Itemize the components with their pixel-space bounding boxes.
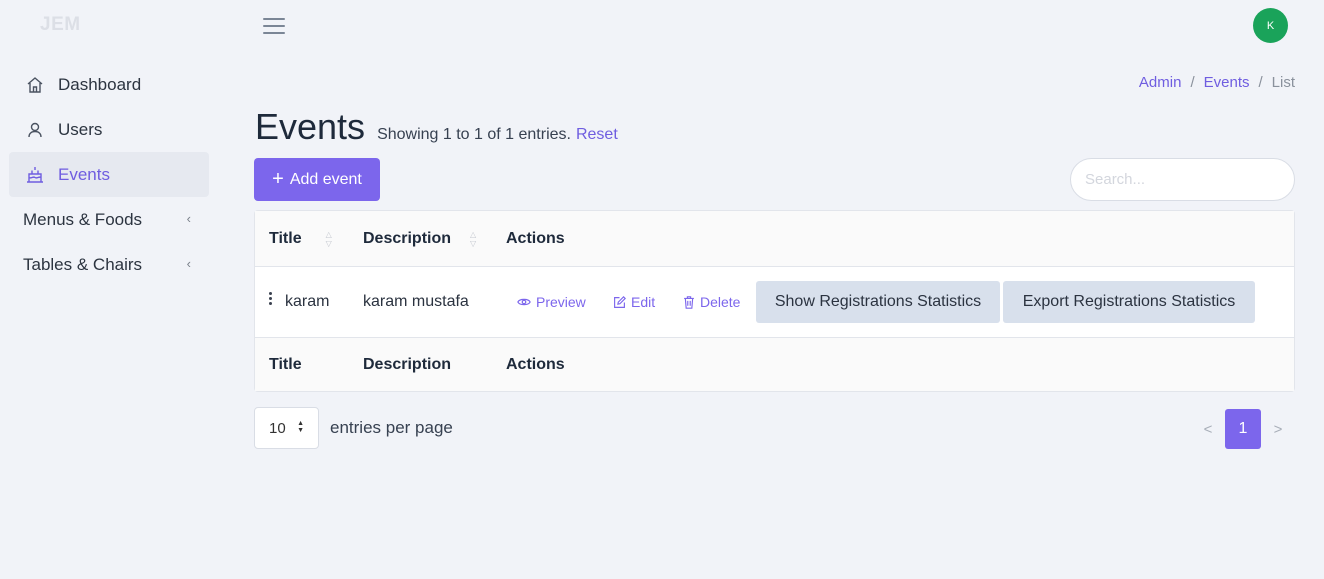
entries-summary: Showing 1 to 1 of 1 entries.: [377, 126, 571, 143]
cake-icon: [23, 163, 47, 187]
column-label: Title: [269, 229, 302, 247]
per-page-select[interactable]: 10 ▲ ▼: [254, 407, 319, 449]
drag-handle-icon[interactable]: [269, 292, 273, 305]
column-label: Description: [363, 229, 452, 247]
edit-link[interactable]: Edit: [613, 267, 655, 337]
sidebar-item-label: Events: [58, 164, 110, 184]
breadcrumb-separator: /: [1258, 74, 1263, 91]
breadcrumb-admin[interactable]: Admin: [1139, 74, 1182, 91]
eye-icon: [517, 298, 531, 306]
footer-column-title: Title: [269, 355, 302, 373]
sidebar-item-label: Tables & Chairs: [23, 254, 143, 274]
breadcrumb-separator: /: [1190, 74, 1195, 91]
search-input[interactable]: [1070, 158, 1295, 201]
page-button-1[interactable]: 1: [1225, 409, 1261, 449]
prev-page-button[interactable]: <: [1191, 421, 1225, 438]
add-event-label: Add event: [289, 170, 362, 188]
page-title: Events: [255, 106, 366, 147]
table-header: Title △ ▽ Description △ ▽ Actions: [255, 211, 1294, 267]
trash-icon: [684, 295, 694, 309]
breadcrumb: Admin / Events / List: [1139, 74, 1295, 91]
edit-icon: [614, 295, 626, 308]
edit-label: Edit: [631, 294, 656, 310]
title-row: Events Showing 1 to 1 of 1 entries. Rese…: [255, 106, 618, 148]
show-registrations-statistics-button[interactable]: Show Registrations Statistics: [756, 281, 1000, 323]
sidebar-item-users[interactable]: Users: [9, 107, 209, 152]
sidebar-item-label: Dashboard: [58, 74, 142, 94]
column-header-actions: Actions: [506, 230, 565, 248]
export-registrations-statistics-button[interactable]: Export Registrations Statistics: [1003, 281, 1255, 323]
column-label: Actions: [506, 229, 565, 247]
breadcrumb-events[interactable]: Events: [1204, 74, 1250, 91]
preview-label: Preview: [536, 294, 586, 310]
footer-column-description: Description: [363, 355, 452, 373]
sort-icon: △ ▽: [325, 229, 332, 248]
per-page-label: entries per page: [330, 418, 453, 437]
breadcrumb-current: List: [1271, 74, 1295, 91]
brand-logo: JEM: [40, 14, 81, 35]
plus-icon: +: [272, 167, 284, 190]
sidebar-item-events[interactable]: Events: [9, 152, 209, 197]
pagination: < 1 >: [1191, 409, 1295, 449]
sidebar-item-menus-foods[interactable]: Menus & Foods ‹: [9, 197, 209, 242]
cell-title: karam: [285, 293, 330, 310]
user-icon: [23, 118, 47, 142]
next-page-button[interactable]: >: [1261, 421, 1295, 438]
per-page-value: 10: [269, 419, 286, 437]
column-header-description[interactable]: Description △ ▽: [363, 230, 476, 248]
sort-icon: △ ▽: [470, 229, 477, 248]
chevron-left-icon: ‹: [186, 211, 191, 226]
preview-link[interactable]: Preview: [517, 267, 586, 337]
table-row: karam karam mustafa Preview Edit Delete …: [255, 267, 1294, 337]
cell-description: karam mustafa: [363, 293, 469, 310]
table-footer: Title Description Actions: [255, 337, 1294, 391]
chevron-left-icon: ‹: [186, 256, 191, 271]
sidebar-item-dashboard[interactable]: Dashboard: [9, 62, 209, 107]
sidebar-item-label: Users: [58, 119, 103, 139]
home-icon: [23, 73, 47, 97]
menu-toggle-icon[interactable]: [263, 18, 285, 36]
sidebar: Dashboard Users Events Menus & Foods ‹ T…: [9, 62, 209, 287]
reset-link[interactable]: Reset: [576, 126, 618, 144]
sidebar-item-label: Menus & Foods: [23, 209, 143, 229]
footer-column-actions: Actions: [506, 355, 565, 373]
delete-label: Delete: [700, 294, 741, 310]
events-table: Title △ ▽ Description △ ▽ Actions karam ka…: [254, 210, 1295, 392]
avatar[interactable]: K: [1253, 8, 1288, 43]
delete-link[interactable]: Delete: [683, 267, 740, 337]
sidebar-item-tables-chairs[interactable]: Tables & Chairs ‹: [9, 242, 209, 287]
column-header-title[interactable]: Title △ ▽: [269, 230, 332, 248]
select-arrows-icon: ▲ ▼: [297, 420, 304, 434]
add-event-button[interactable]: + Add event: [254, 158, 380, 201]
